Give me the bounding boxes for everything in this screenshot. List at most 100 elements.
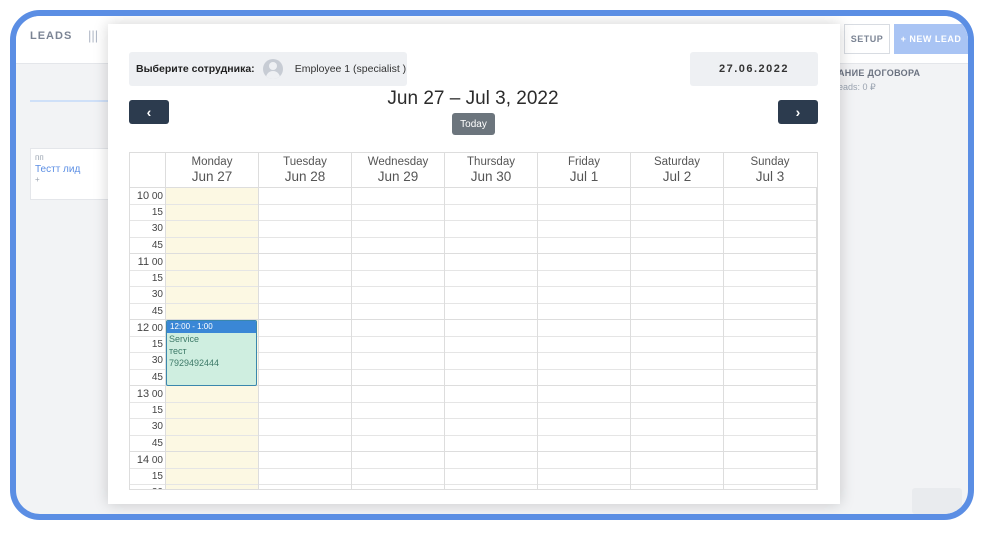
day-header: Friday Jul 1 — [537, 153, 630, 188]
slot-minute: 15 — [151, 272, 163, 284]
chevron-left-icon: ‹ — [146, 104, 152, 120]
slot-minute: 45 — [151, 305, 163, 317]
slot-minute: 45 — [151, 371, 163, 383]
time-slot-label: 30 — [130, 355, 163, 366]
lead-card-title[interactable]: Тестт лид — [35, 164, 107, 175]
slot-minute: 15 — [151, 206, 163, 218]
lead-card-meta: пп — [35, 153, 44, 162]
new-lead-button[interactable]: + NEW LEAD — [894, 24, 968, 54]
day-column-divider — [444, 188, 445, 489]
chevron-right-icon: › — [795, 104, 801, 120]
leads-title: LEADS — [30, 30, 73, 42]
lead-card-add[interactable]: + — [35, 175, 107, 184]
today-button[interactable]: Today — [452, 113, 495, 135]
slot-minute: 00 — [151, 455, 163, 466]
time-slot-label: 45 — [130, 240, 163, 251]
time-slot[interactable]: 15 — [130, 469, 817, 485]
slot-minute: 30 — [152, 487, 163, 489]
slot-minute: 45 — [151, 239, 163, 251]
employee-selector[interactable]: Выберите сотрудника: Employee 1 (special… — [129, 52, 407, 86]
time-slot[interactable]: 15 — [130, 205, 817, 221]
day-name: Saturday — [653, 156, 701, 168]
time-slot[interactable]: 13 00 — [130, 386, 817, 403]
day-name: Wednesday — [367, 156, 429, 168]
time-slot[interactable]: 15 — [130, 403, 817, 419]
time-slot[interactable]: 45 — [130, 436, 817, 452]
day-column-divider — [351, 188, 352, 489]
time-slot[interactable]: 15 — [130, 271, 817, 287]
day-name: Monday — [191, 156, 233, 168]
slot-minute: 30 — [151, 223, 163, 234]
time-slot[interactable]: 10 00 — [130, 188, 817, 205]
week-range-title: Jun 27 – Jul 3, 2022 — [387, 88, 559, 109]
screenshot-frame: LEADS ||| SETUP + NEW LEAD пп Тестт лид … — [10, 10, 974, 520]
slot-minute: 00 — [151, 323, 163, 334]
day-column-divider — [537, 188, 538, 489]
time-slot[interactable]: 30 — [130, 419, 817, 436]
day-column-divider — [816, 188, 817, 489]
time-slot-label: 11 00 — [130, 256, 163, 268]
day-date: Jul 1 — [569, 169, 599, 184]
next-week-button[interactable]: › — [778, 100, 818, 124]
time-slot[interactable]: 45 — [130, 238, 817, 254]
time-slot-label: 30 — [130, 289, 163, 300]
time-slot-label: 12 00 — [130, 322, 163, 334]
day-column-divider — [723, 188, 724, 489]
time-slot[interactable]: 30 — [130, 485, 817, 489]
day-date: Jun 30 — [470, 169, 512, 184]
day-header: Wednesday Jun 29 — [351, 153, 444, 188]
day-date: Jul 2 — [662, 169, 692, 184]
slot-hour: 13 — [136, 388, 150, 400]
event-phone: 7929492444 — [169, 358, 220, 368]
slot-hour: 10 — [136, 190, 150, 202]
time-slot-label: 45 — [130, 438, 163, 449]
time-slot-label: 45 — [130, 306, 163, 317]
slot-hour: 12 — [136, 322, 150, 334]
day-column-divider — [258, 188, 259, 489]
slot-hour: 11 — [137, 256, 150, 268]
time-slot-label: 10 00 — [130, 190, 163, 202]
kanban-view-icon[interactable]: ||| — [88, 28, 98, 43]
stage-summary: eads: 0 ₽ — [838, 82, 876, 92]
time-slot-label: 15 — [130, 339, 163, 350]
time-slot-label: 30 — [130, 421, 163, 432]
time-slot[interactable]: 30 — [130, 287, 817, 304]
time-slot[interactable]: 14 00 — [130, 452, 817, 469]
slot-minute: 00 — [151, 191, 163, 202]
time-slot-label: 13 00 — [130, 388, 163, 400]
setup-button[interactable]: SETUP — [844, 24, 890, 54]
time-slot[interactable]: 30 — [130, 221, 817, 238]
schedule-modal: Выберите сотрудника: Employee 1 (special… — [108, 24, 840, 504]
time-slot-label: 15 — [130, 207, 163, 218]
lead-card[interactable]: пп Тестт лид + — [30, 148, 112, 200]
event-time: 12:00 - 1:00 — [167, 321, 256, 333]
event-client: тест — [169, 346, 187, 356]
day-date: Jun 29 — [377, 169, 419, 184]
day-date: Jun 27 — [191, 169, 233, 184]
background-button — [912, 488, 962, 514]
day-name: Friday — [568, 156, 600, 168]
prev-week-button[interactable]: ‹ — [129, 100, 169, 124]
slot-minute: 30 — [151, 421, 163, 432]
time-slot[interactable]: 11 00 — [130, 254, 817, 271]
pipeline-column-header — [30, 100, 112, 140]
employee-name[interactable]: Employee 1 (specialist ) — [295, 63, 406, 75]
time-slot-label: 30 — [130, 223, 163, 234]
time-slot[interactable]: 45 — [130, 304, 817, 320]
day-name: Sunday — [750, 156, 790, 168]
calendar-event[interactable]: 12:00 - 1:00 Service тест 7929492444 — [166, 320, 257, 386]
avatar-icon — [262, 59, 283, 79]
selected-date-field[interactable]: 27.06.2022 — [690, 52, 818, 86]
day-header: Thursday Jun 30 — [444, 153, 537, 188]
day-name: Tuesday — [283, 156, 327, 168]
day-header: Saturday Jul 2 — [630, 153, 723, 188]
slot-hour: 14 — [136, 454, 150, 466]
slot-minute: 45 — [151, 437, 163, 449]
week-calendar: Monday Jun 27 Tuesday Jun 28 Wednesday Jun 29… — [129, 152, 818, 490]
slot-minute: 30 — [151, 355, 163, 366]
calendar-header: Monday Jun 27 Tuesday Jun 28 Wednesday Jun 29… — [130, 153, 817, 188]
calendar-body: 10 00 15 30 45 11 00 15 30 45 12 00 15 30 45 13 00 15… — [130, 188, 817, 489]
day-header: Sunday Jul 3 — [723, 153, 816, 188]
slot-minute: 00 — [151, 257, 163, 268]
time-slot-label: 15 — [130, 273, 163, 284]
